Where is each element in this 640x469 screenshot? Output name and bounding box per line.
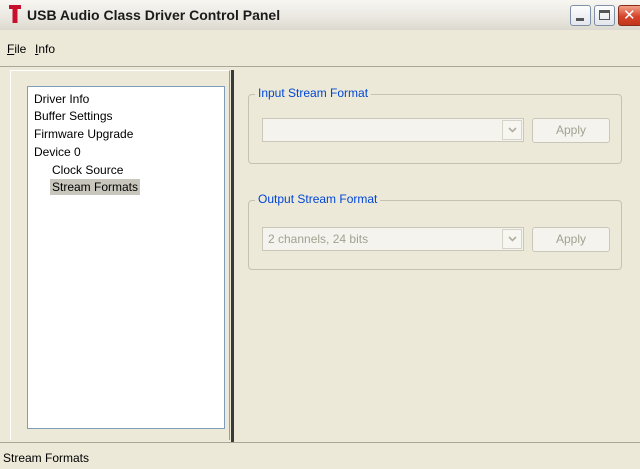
menu-info[interactable]: Info <box>35 42 55 56</box>
navigation-panel: Driver Info Buffer Settings Firmware Upg… <box>10 70 230 440</box>
panel-splitter[interactable] <box>231 70 234 442</box>
close-icon: ✕ <box>623 6 636 24</box>
minimize-icon <box>576 18 584 21</box>
output-stream-format-label: Output Stream Format <box>255 192 381 206</box>
output-stream-format-group: Output Stream Format 2 channels, 24 bits… <box>248 192 622 270</box>
input-stream-format-group: Input Stream Format Apply <box>248 86 622 164</box>
tree-item-driver-info[interactable]: Driver Info <box>32 91 91 107</box>
tree-item-firmware-upgrade[interactable]: Firmware Upgrade <box>32 126 135 142</box>
output-stream-format-dropdown[interactable]: 2 channels, 24 bits <box>262 227 524 251</box>
tree-item-clock-source[interactable]: Clock Source <box>50 162 125 178</box>
chevron-down-icon[interactable] <box>502 120 522 140</box>
menu-file[interactable]: File <box>7 42 26 56</box>
input-apply-button[interactable]: Apply <box>532 118 610 143</box>
menu-info-label: nfo <box>38 42 56 56</box>
navigation-tree[interactable]: Driver Info Buffer Settings Firmware Upg… <box>27 86 225 429</box>
tree-item-device-0[interactable]: Device 0 <box>32 144 83 160</box>
menu-file-label: ile <box>14 42 27 56</box>
minimize-button[interactable] <box>570 5 591 26</box>
chevron-down-icon[interactable] <box>502 229 522 249</box>
title-bar[interactable]: USB Audio Class Driver Control Panel ✕ <box>0 0 640 31</box>
maximize-button[interactable] <box>594 5 615 26</box>
tree-item-stream-formats[interactable]: Stream Formats <box>50 179 141 195</box>
app-window: USB Audio Class Driver Control Panel ✕ F… <box>0 0 640 469</box>
menu-bar: File Info <box>0 30 640 67</box>
output-stream-format-value: 2 channels, 24 bits <box>268 232 369 246</box>
status-text: Stream Formats <box>3 451 90 465</box>
status-bar: Stream Formats <box>0 442 640 469</box>
tree-item-buffer-settings[interactable]: Buffer Settings <box>32 108 115 124</box>
input-stream-format-label: Input Stream Format <box>255 86 372 100</box>
maximize-icon <box>599 10 610 20</box>
input-stream-format-dropdown[interactable] <box>262 118 524 142</box>
red-t-logo-icon <box>9 5 21 23</box>
window-title: USB Audio Class Driver Control Panel <box>27 7 281 23</box>
close-button[interactable]: ✕ <box>618 5 640 26</box>
output-apply-button[interactable]: Apply <box>532 227 610 252</box>
